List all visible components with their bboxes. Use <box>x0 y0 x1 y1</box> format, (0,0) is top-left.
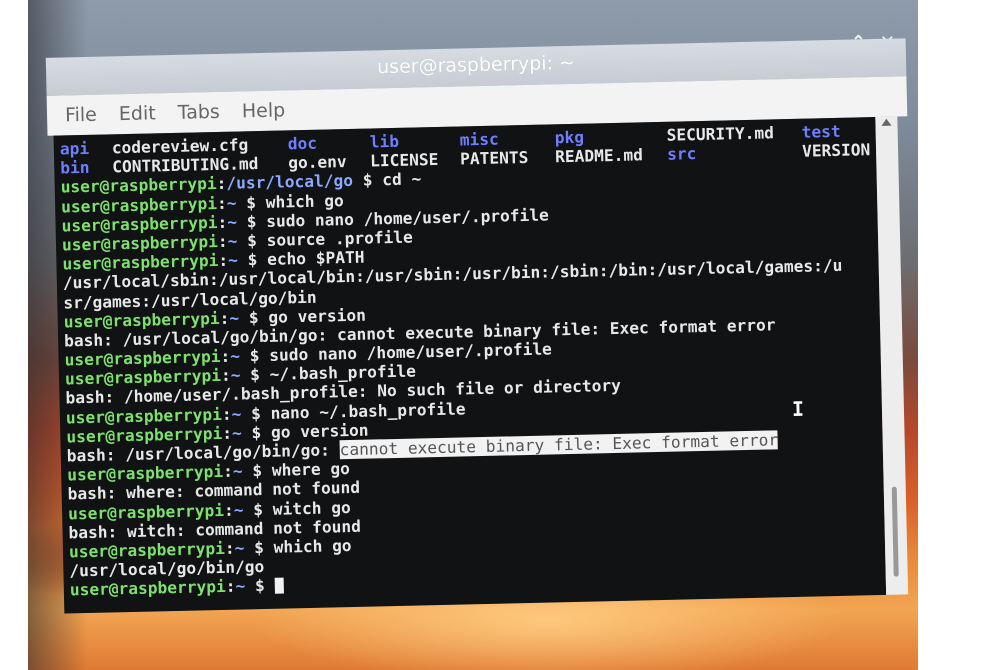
ls-file-entry: VERSION <box>801 140 871 161</box>
prompt-symbol: $ <box>243 499 273 520</box>
terminal-output[interactable]: api codereview.cfg doc lib misc pkg SECURITY.m… <box>53 117 887 614</box>
terminal-window: user@raspberrypi: ~ File Edit Tabs Help … <box>45 38 918 617</box>
text-cursor-icon: I <box>791 396 805 421</box>
ls-file-entry: go.env <box>287 152 347 173</box>
prompt-symbol: $ <box>237 249 268 270</box>
prompt-separator: : <box>223 500 234 520</box>
ls-dir-entry: api <box>59 138 90 159</box>
ls-dir-entry: doc <box>287 133 318 154</box>
command-text: which go <box>265 190 344 212</box>
prompt-separator: : <box>216 193 227 213</box>
scroll-thumb[interactable] <box>891 486 899 577</box>
command-text: where go <box>271 459 351 480</box>
prompt-separator: : <box>222 461 234 482</box>
command-text: go version <box>270 420 369 442</box>
ls-dir-entry: src <box>666 144 697 164</box>
prompt-separator: : <box>220 346 231 366</box>
ls-dir-entry: pkg <box>554 127 585 148</box>
prompt-separator: : <box>217 212 228 232</box>
ls-dir-entry: bin <box>60 158 90 178</box>
command-text: which go <box>273 535 352 557</box>
prompt-symbol: $ <box>242 460 273 481</box>
prompt-separator: : <box>225 576 236 597</box>
prompt-symbol: $ <box>352 170 383 191</box>
prompt-path: /usr/local/go <box>226 171 354 194</box>
ls-dir-entry: test <box>801 121 841 142</box>
prompt-separator: : <box>220 365 231 386</box>
prompt-separator: : <box>217 231 228 251</box>
prompt-symbol: $ <box>236 211 267 232</box>
ls-dir-entry: misc <box>459 129 499 150</box>
command-text: echo $PATH <box>266 247 365 269</box>
menu-file[interactable]: File <box>65 95 98 136</box>
prompt-separator: : <box>222 423 233 443</box>
ls-file-entry: PATENTS <box>459 148 529 169</box>
command-text: witch go <box>272 497 351 519</box>
prompt-symbol: $ <box>239 345 270 366</box>
prompt-separator: : <box>221 404 232 424</box>
ls-file-entry: LICENSE <box>369 150 439 171</box>
prompt-separator: : <box>219 308 230 328</box>
command-text: source .profile <box>266 227 414 250</box>
ls-file-entry: CONTRIBUTING.md <box>112 154 259 177</box>
command-text: cd ~ <box>382 169 422 190</box>
terminal-cursor <box>274 577 284 595</box>
prompt-symbol: $ <box>236 192 266 213</box>
prompt-separator: : <box>218 250 229 271</box>
prompt-separator: : <box>224 538 235 558</box>
prompt-symbol: $ <box>238 307 269 328</box>
prompt-symbol: $ <box>237 230 267 251</box>
ls-file-entry: SECURITY.md <box>666 123 775 145</box>
prompt-symbol: $ <box>245 576 275 596</box>
ls-dir-entry: lib <box>369 131 400 152</box>
prompt-user: user@raspberrypi <box>69 577 226 600</box>
command-text: go version <box>268 305 367 327</box>
prompt-symbol: $ <box>241 422 272 443</box>
prompt-symbol: $ <box>244 537 274 558</box>
scroll-up-icon[interactable] <box>881 118 892 126</box>
prompt-separator: : <box>216 174 227 194</box>
prompt-symbol: $ <box>241 403 271 424</box>
ls-file-entry: README.md <box>554 145 644 167</box>
menu-edit[interactable]: Edit <box>118 93 156 134</box>
menu-tabs[interactable]: Tabs <box>177 92 220 133</box>
menu-help[interactable]: Help <box>241 90 286 131</box>
prompt-symbol: $ <box>240 365 270 385</box>
